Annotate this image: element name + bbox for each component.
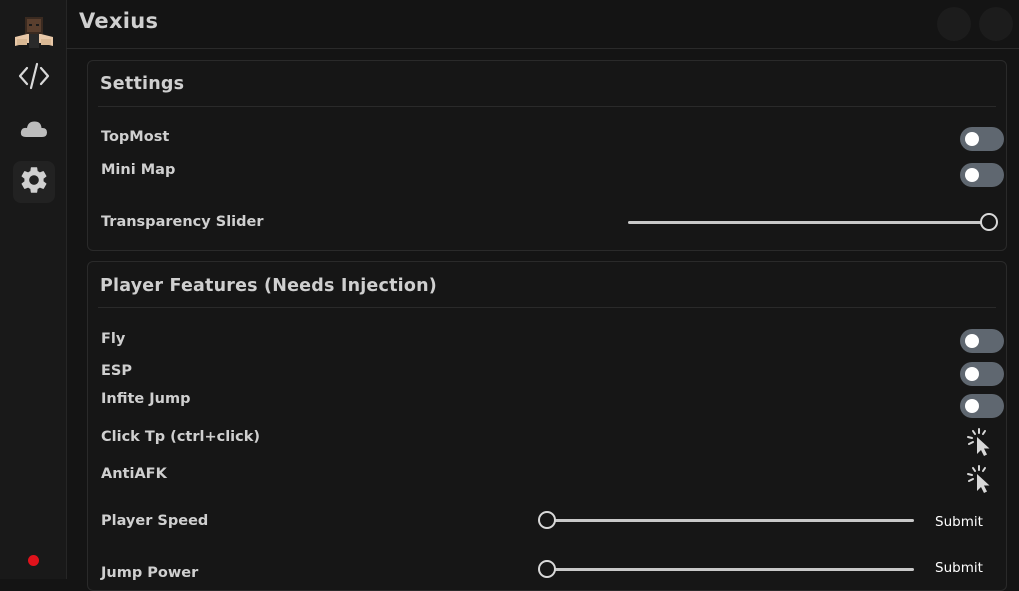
title-bar: Vexius <box>66 0 1019 49</box>
player-features-card: Player Features (Needs Injection) Fly ES… <box>87 261 1007 591</box>
toggle-knob <box>965 367 979 381</box>
sidebar-item-editor[interactable] <box>13 57 55 99</box>
infinite-jump-toggle[interactable] <box>960 394 1004 418</box>
divider <box>98 106 996 107</box>
settings-card: Settings TopMost Mini Map Transparency S… <box>87 60 1007 251</box>
transparency-label: Transparency Slider <box>101 214 264 230</box>
settings-title: Settings <box>100 74 185 94</box>
click-tp-label: Click Tp (ctrl+click) <box>101 429 261 445</box>
sidebar-item-settings[interactable] <box>13 161 55 203</box>
minimize-button[interactable] <box>937 7 971 41</box>
close-button[interactable] <box>979 7 1013 41</box>
cloud-icon <box>19 118 49 144</box>
transparency-slider-thumb[interactable] <box>980 213 998 231</box>
topmost-toggle[interactable] <box>960 127 1004 151</box>
sidebar-item-cloud[interactable] <box>13 110 55 152</box>
avatar[interactable] <box>13 13 55 53</box>
player-speed-slider-thumb[interactable] <box>538 511 556 529</box>
esp-toggle[interactable] <box>960 362 1004 386</box>
click-tp-cursor-icon[interactable] <box>966 427 996 461</box>
antiafk-label: AntiAFK <box>101 466 167 482</box>
sidebar <box>0 0 67 579</box>
fly-toggle[interactable] <box>960 329 1004 353</box>
player-features-title: Player Features (Needs Injection) <box>100 276 437 296</box>
player-speed-submit-button[interactable]: Submit <box>935 514 983 530</box>
player-speed-slider-track[interactable] <box>548 519 914 522</box>
antiafk-cursor-icon[interactable] <box>966 464 996 498</box>
jump-power-slider-track[interactable] <box>548 568 914 571</box>
toggle-knob <box>965 399 979 413</box>
code-icon <box>17 61 51 95</box>
jump-power-slider-thumb[interactable] <box>538 560 556 578</box>
divider <box>98 307 996 308</box>
transparency-slider-track[interactable] <box>628 221 988 224</box>
status-indicator <box>28 555 39 566</box>
gear-icon <box>18 164 50 200</box>
minimap-toggle[interactable] <box>960 163 1004 187</box>
player-speed-label: Player Speed <box>101 513 209 529</box>
fly-label: Fly <box>101 331 126 347</box>
esp-label: ESP <box>101 363 132 379</box>
toggle-knob <box>965 168 979 182</box>
app-title: Vexius <box>79 9 159 33</box>
jump-power-submit-button[interactable]: Submit <box>935 560 983 576</box>
topmost-label: TopMost <box>101 129 170 145</box>
infinite-jump-label: Infite Jump <box>101 391 191 407</box>
toggle-knob <box>965 132 979 146</box>
toggle-knob <box>965 334 979 348</box>
minimap-label: Mini Map <box>101 162 176 178</box>
